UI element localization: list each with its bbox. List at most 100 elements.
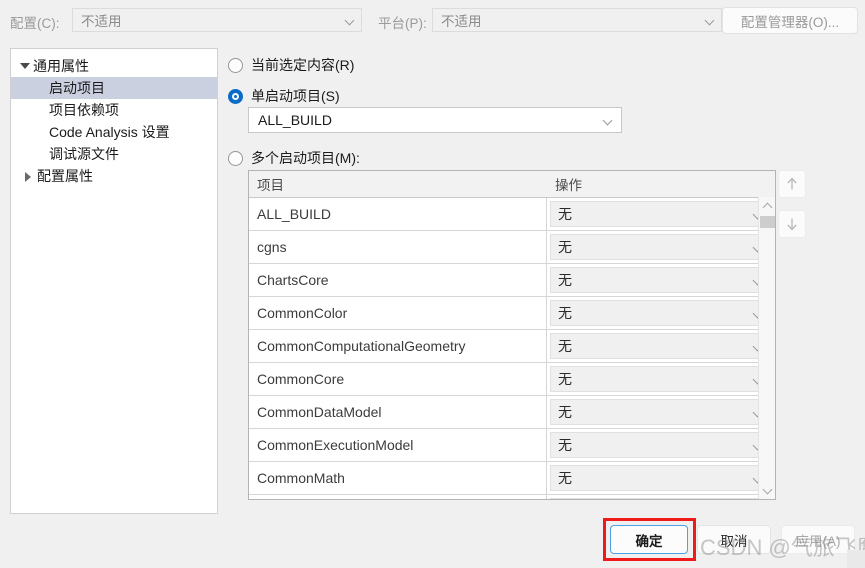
radio-icon[interactable]	[228, 150, 243, 166]
table-row[interactable]: ChartsCore 无	[249, 263, 775, 297]
table-row[interactable]: CommonCore 无	[249, 362, 775, 396]
action-select[interactable]: 无	[550, 365, 771, 392]
resize-grip[interactable]	[847, 550, 865, 568]
table-row[interactable]: cgns 无	[249, 230, 775, 264]
action-select[interactable]: 无	[550, 233, 771, 260]
cell-action[interactable]: 无	[547, 231, 775, 264]
action-select[interactable]: 无	[550, 200, 771, 227]
configuration-value: 不适用	[81, 14, 122, 29]
action-select[interactable]: 无	[550, 299, 771, 326]
cell-project-name: CommonDataModel	[249, 395, 547, 429]
radio-current-selection-label: 当前选定内容(R)	[251, 57, 355, 73]
tree-item-common-properties[interactable]: 通用属性	[11, 55, 217, 77]
radio-multiple-startup-projects[interactable]: 多个启动项目(M):	[228, 147, 360, 169]
arrow-up-icon	[787, 177, 797, 190]
move-up-button[interactable]	[778, 170, 806, 198]
cell-action[interactable]: 无	[547, 429, 775, 462]
action-value: 无	[558, 271, 572, 288]
action-value: 无	[558, 469, 572, 486]
table-row[interactable]: CommonColor 无	[249, 296, 775, 330]
cell-action[interactable]: 无	[547, 264, 775, 297]
table-row[interactable]: CommonComputationalGeometry 无	[249, 329, 775, 363]
table-body: ALL_BUILD 无 cgns 无 ChartsCore 无 CommonCo…	[249, 198, 775, 499]
configuration-select[interactable]: 不适用	[72, 8, 362, 32]
table-row[interactable]: CommonMisc 无	[249, 494, 775, 499]
column-header-action: 操作	[555, 178, 582, 193]
table-row[interactable]: CommonMath 无	[249, 461, 775, 495]
scrollbar-thumb[interactable]	[760, 216, 775, 228]
properties-tree-panel[interactable]: 通用属性 启动项目 项目依赖项 Code Analysis 设置 调试源文件 配…	[10, 48, 218, 514]
tree-item-label: 配置属性	[37, 168, 93, 184]
cell-project-name: CommonMath	[249, 461, 547, 495]
cell-project-name: ALL_BUILD	[249, 198, 547, 231]
apply-button[interactable]: 应用(A)	[781, 525, 855, 554]
cell-action[interactable]: 无	[547, 495, 775, 499]
arrow-down-icon	[787, 218, 797, 231]
table-row[interactable]: ALL_BUILD 无	[249, 198, 775, 231]
action-select[interactable]: 无	[550, 497, 771, 499]
chevron-down-icon	[343, 13, 357, 27]
chevron-down-icon	[601, 113, 615, 127]
action-select[interactable]: 无	[550, 266, 771, 293]
radio-icon[interactable]	[228, 88, 243, 104]
configuration-manager-button[interactable]: 配置管理器(O)...	[722, 7, 858, 34]
tree-item-project-dependencies[interactable]: 项目依赖项	[11, 99, 217, 121]
tree-item-configuration-properties[interactable]: 配置属性	[11, 165, 217, 187]
cell-action[interactable]: 无	[547, 396, 775, 429]
platform-label: 平台(P):	[378, 16, 427, 31]
table-header-row: 项目 操作	[249, 171, 775, 198]
action-select[interactable]: 无	[550, 332, 771, 359]
platform-select[interactable]: 不适用	[432, 8, 722, 32]
ok-button[interactable]: 确定	[610, 525, 688, 554]
action-select[interactable]: 无	[550, 464, 771, 491]
cell-project-name: CommonExecutionModel	[249, 428, 547, 462]
cell-action[interactable]: 无	[547, 198, 775, 231]
tree-item-code-analysis-settings[interactable]: Code Analysis 设置	[11, 121, 217, 143]
chevron-down-icon	[703, 13, 717, 27]
cell-action[interactable]: 无	[547, 330, 775, 363]
cell-project-name: ChartsCore	[249, 263, 547, 297]
move-down-button[interactable]	[778, 210, 806, 238]
single-startup-project-select[interactable]: ALL_BUILD	[248, 107, 622, 133]
action-value: 无	[558, 370, 572, 387]
configuration-manager-label: 配置管理器(O)...	[740, 14, 840, 30]
action-value: 无	[558, 304, 572, 321]
triangle-collapsed-icon[interactable]	[21, 169, 35, 183]
apply-button-label: 应用(A)	[795, 533, 841, 549]
radio-multiple-startup-projects-label: 多个启动项目(M):	[251, 150, 360, 166]
tree-item-startup-project[interactable]: 启动项目	[11, 77, 217, 99]
table-vertical-scrollbar[interactable]	[758, 197, 775, 499]
cell-action[interactable]: 无	[547, 363, 775, 396]
radio-single-startup-project-label: 单启动项目(S)	[251, 88, 340, 104]
tree-item-label: Code Analysis 设置	[49, 124, 170, 140]
tree-item-label: 项目依赖项	[49, 102, 119, 118]
scroll-up-icon[interactable]	[759, 197, 775, 214]
properties-tree: 通用属性 启动项目 项目依赖项 Code Analysis 设置 调试源文件 配…	[11, 49, 217, 187]
column-header-project: 项目	[257, 178, 284, 193]
table-row[interactable]: CommonExecutionModel 无	[249, 428, 775, 462]
action-value: 无	[558, 205, 572, 222]
cell-project-name: CommonCore	[249, 362, 547, 396]
configuration-toolbar: 配置(C): 不适用 平台(P): 不适用 配置管理器(O)...	[0, 0, 865, 40]
table-row[interactable]: CommonDataModel 无	[249, 395, 775, 429]
radio-single-startup-project[interactable]: 单启动项目(S)	[228, 85, 340, 107]
action-select[interactable]: 无	[550, 431, 771, 458]
multiple-startup-projects-table[interactable]: 项目 操作 ALL_BUILD 无 cgns 无 ChartsCore 无 Co…	[248, 170, 776, 500]
tree-item-label: 启动项目	[49, 80, 105, 96]
radio-current-selection[interactable]: 当前选定内容(R)	[228, 54, 354, 76]
cell-action[interactable]: 无	[547, 462, 775, 495]
action-value: 无	[558, 403, 572, 420]
triangle-expanded-icon[interactable]	[17, 59, 31, 73]
cell-project-name: cgns	[249, 230, 547, 264]
scroll-down-icon[interactable]	[759, 482, 775, 499]
single-startup-project-value: ALL_BUILD	[258, 112, 332, 128]
tree-item-debug-source-files[interactable]: 调试源文件	[11, 143, 217, 165]
cell-project-name: CommonMisc	[249, 494, 547, 499]
cancel-button[interactable]: 取消	[697, 525, 771, 554]
cancel-button-label: 取消	[720, 533, 748, 549]
cell-project-name: CommonColor	[249, 296, 547, 330]
tree-item-label: 调试源文件	[49, 146, 119, 162]
action-select[interactable]: 无	[550, 398, 771, 425]
radio-icon[interactable]	[228, 57, 243, 73]
cell-action[interactable]: 无	[547, 297, 775, 330]
